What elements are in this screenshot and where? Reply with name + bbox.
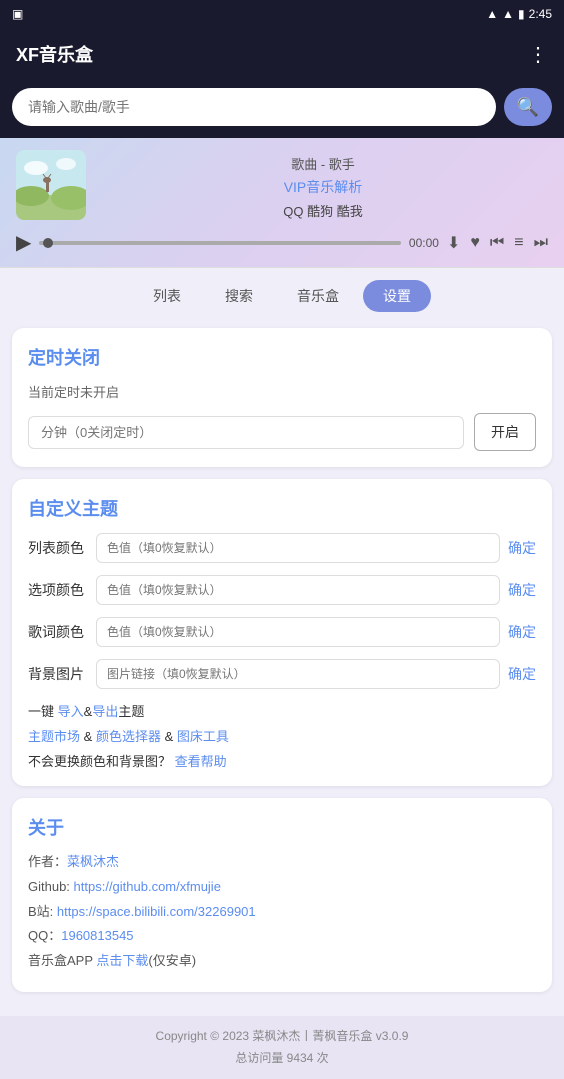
import-theme-link[interactable]: 导入 [58, 704, 84, 719]
timer-card: 定时关闭 当前定时未开启 开启 [12, 328, 552, 467]
player-area: 歌曲 - 歌手 VIP音乐解析 QQ 酷狗 酷我 ▶ 00:00 ⬇ ♥ ⏮ ≡… [0, 138, 564, 268]
timer-card-title: 定时关闭 [28, 344, 536, 370]
tab-musicbox[interactable]: 音乐盒 [277, 280, 359, 312]
status-right: ▲ ▲ ▮ 2:45 [486, 7, 552, 21]
player-top: 歌曲 - 歌手 VIP音乐解析 QQ 酷狗 酷我 [16, 150, 548, 220]
theme-row-lyric-color: 歌词颜色 确定 [28, 617, 536, 647]
status-left: ▣ [12, 7, 23, 21]
search-button[interactable]: 🔍 [504, 88, 552, 126]
no-change-hint: 不会更换颜色和背景图？ 查看帮助 [28, 751, 536, 770]
about-card-title: 关于 [28, 814, 536, 840]
bilibili-link[interactable]: https://space.bilibili.com/32269901 [57, 904, 256, 919]
download-suffix: (仅安卓) [148, 953, 196, 968]
search-input[interactable] [12, 88, 496, 126]
color-picker-link[interactable]: 颜色选择器 [96, 729, 161, 744]
theme-card: 自定义主题 列表颜色 确定 选项颜色 确定 歌词颜色 确定 背景图片 确定 一键… [12, 479, 552, 786]
tab-bar: 列表 搜索 音乐盒 设置 [12, 280, 552, 312]
wifi-icon: ▲ [486, 7, 498, 21]
qq-prefix: QQ： [28, 928, 61, 943]
import-export-row: 一键 导入&导出主题 [28, 701, 536, 720]
list-color-confirm[interactable]: 确定 [508, 538, 536, 558]
signal-icon: ▲ [502, 7, 514, 21]
bg-image-label: 背景图片 [28, 664, 88, 684]
timer-status: 当前定时未开启 [28, 382, 536, 401]
more-menu-icon[interactable]: ⋮ [528, 42, 548, 67]
help-link[interactable]: 查看帮助 [175, 754, 227, 769]
about-card: 关于 作者：菜枫沐杰 Github: https://github.com/xf… [12, 798, 552, 992]
download-icon[interactable]: ⬇ [447, 233, 460, 253]
theme-row-option-color: 选项颜色 确定 [28, 575, 536, 605]
about-qq-row: QQ：1960813545 [28, 926, 536, 947]
option-color-confirm[interactable]: 确定 [508, 580, 536, 600]
and-separator: & [84, 729, 96, 744]
playlist-icon[interactable]: ≡ [514, 234, 523, 252]
about-bilibili-row: B站: https://space.bilibili.com/32269901 [28, 902, 536, 923]
import-export-prefix: 一键 [28, 704, 58, 719]
song-title: 歌曲 - 歌手 [98, 154, 548, 173]
status-bar: ▣ ▲ ▲ ▮ 2:45 [0, 0, 564, 28]
bilibili-prefix: B站: [28, 904, 57, 919]
vip-text[interactable]: VIP音乐解析 [98, 177, 548, 197]
timer-enable-button[interactable]: 开启 [474, 413, 536, 451]
footer-visits: 总访问量 9434 次 [10, 1048, 554, 1070]
bg-image-input[interactable] [96, 659, 500, 689]
app-title: XF音乐盒 [16, 41, 93, 67]
author-prefix: 作者： [28, 854, 67, 869]
bg-image-confirm[interactable]: 确定 [508, 664, 536, 684]
progress-bar[interactable] [39, 241, 401, 245]
search-icon: 🔍 [517, 97, 539, 118]
lyric-color-label: 歌词颜色 [28, 622, 88, 642]
footer: Copyright © 2023 菜枫沐杰丨菁枫音乐盒 v3.0.9 总访问量 … [0, 1016, 564, 1079]
android-icon: ▣ [12, 7, 23, 21]
about-app-row: 音乐盒APP 点击下载(仅安卓) [28, 951, 536, 972]
qq-link[interactable]: 1960813545 [61, 928, 133, 943]
theme-market-link[interactable]: 主题市场 [28, 729, 80, 744]
prev-icon[interactable]: ⏮ [490, 234, 504, 252]
github-link[interactable]: https://github.com/xfmujie [74, 879, 221, 894]
no-change-text: 不会更换颜色和背景图？ [28, 754, 171, 769]
lyric-color-input[interactable] [96, 617, 500, 647]
next-icon[interactable]: ⏭ [534, 234, 548, 252]
tab-settings[interactable]: 设置 [363, 280, 431, 312]
list-color-input[interactable] [96, 533, 500, 563]
list-color-label: 列表颜色 [28, 538, 88, 558]
battery-icon: ▮ [518, 7, 525, 21]
app-prefix: 音乐盒APP [28, 953, 96, 968]
export-theme-link[interactable]: 导出 [92, 704, 118, 719]
color-tool-link[interactable]: 图床工具 [177, 729, 229, 744]
theme-row-list-color: 列表颜色 确定 [28, 533, 536, 563]
timer-input[interactable] [28, 416, 464, 449]
time-display: 2:45 [529, 7, 552, 21]
source-list: QQ 酷狗 酷我 [98, 201, 548, 220]
app-download-link[interactable]: 点击下载 [96, 953, 148, 968]
main-content: 列表 搜索 音乐盒 设置 定时关闭 当前定时未开启 开启 自定义主题 列表颜色 … [0, 268, 564, 1016]
player-info: 歌曲 - 歌手 VIP音乐解析 QQ 酷狗 酷我 [98, 150, 548, 220]
footer-copyright: Copyright © 2023 菜枫沐杰丨菁枫音乐盒 v3.0.9 [10, 1026, 554, 1048]
time-display: 00:00 [409, 236, 439, 250]
play-button[interactable]: ▶ [16, 230, 31, 255]
github-prefix: Github: [28, 879, 74, 894]
tab-list[interactable]: 列表 [133, 280, 201, 312]
timer-row: 开启 [28, 413, 536, 451]
about-author-row: 作者：菜枫沐杰 [28, 852, 536, 873]
tab-search[interactable]: 搜索 [205, 280, 273, 312]
progress-dot [43, 238, 53, 248]
about-github-row: Github: https://github.com/xfmujie [28, 877, 536, 898]
theme-tools-row: 主题市场 & 颜色选择器 & 图床工具 [28, 726, 536, 745]
option-color-label: 选项颜色 [28, 580, 88, 600]
album-art [16, 150, 86, 220]
lyric-color-confirm[interactable]: 确定 [508, 622, 536, 642]
player-controls: ▶ 00:00 ⬇ ♥ ⏮ ≡ ⏭ [16, 230, 548, 255]
control-icons: ⬇ ♥ ⏮ ≡ ⏭ [447, 233, 548, 253]
author-link[interactable]: 菜枫沐杰 [67, 854, 119, 869]
theme-card-title: 自定义主题 [28, 495, 536, 521]
top-bar: XF音乐盒 ⋮ [0, 28, 564, 80]
import-export-suffix: 主题 [118, 704, 144, 719]
option-color-input[interactable] [96, 575, 500, 605]
theme-row-bg-image: 背景图片 确定 [28, 659, 536, 689]
search-bar: 🔍 [0, 80, 564, 138]
favorite-icon[interactable]: ♥ [470, 234, 480, 252]
and-separator2: & [165, 729, 177, 744]
album-art-svg [16, 150, 86, 220]
